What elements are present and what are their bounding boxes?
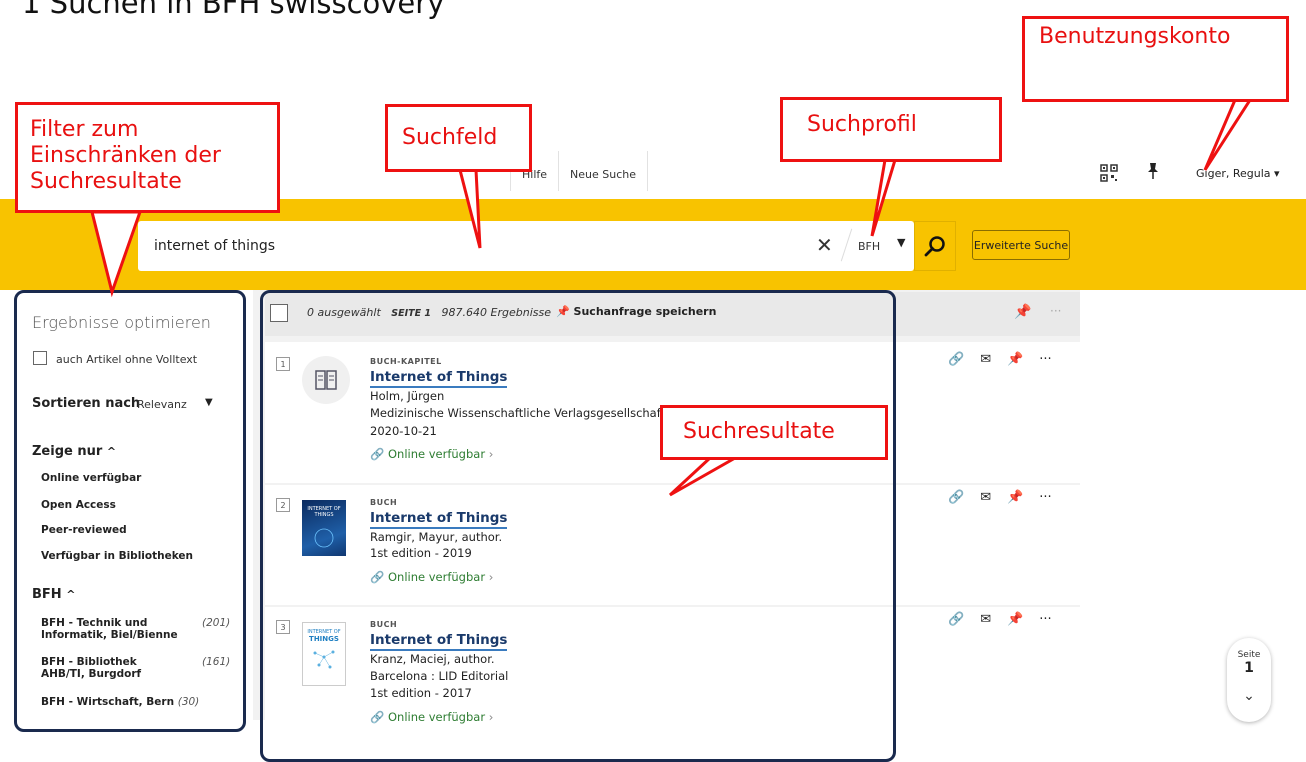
callout-filter: Filter zum Einschränken der Suchresultat… <box>15 102 280 213</box>
callout-account: Benutzungskonto <box>1022 16 1289 102</box>
callout-search-profile: Suchprofil <box>780 97 1002 162</box>
callout-results: Suchresultate <box>660 405 888 460</box>
callout-search-field: Suchfeld <box>385 104 532 172</box>
